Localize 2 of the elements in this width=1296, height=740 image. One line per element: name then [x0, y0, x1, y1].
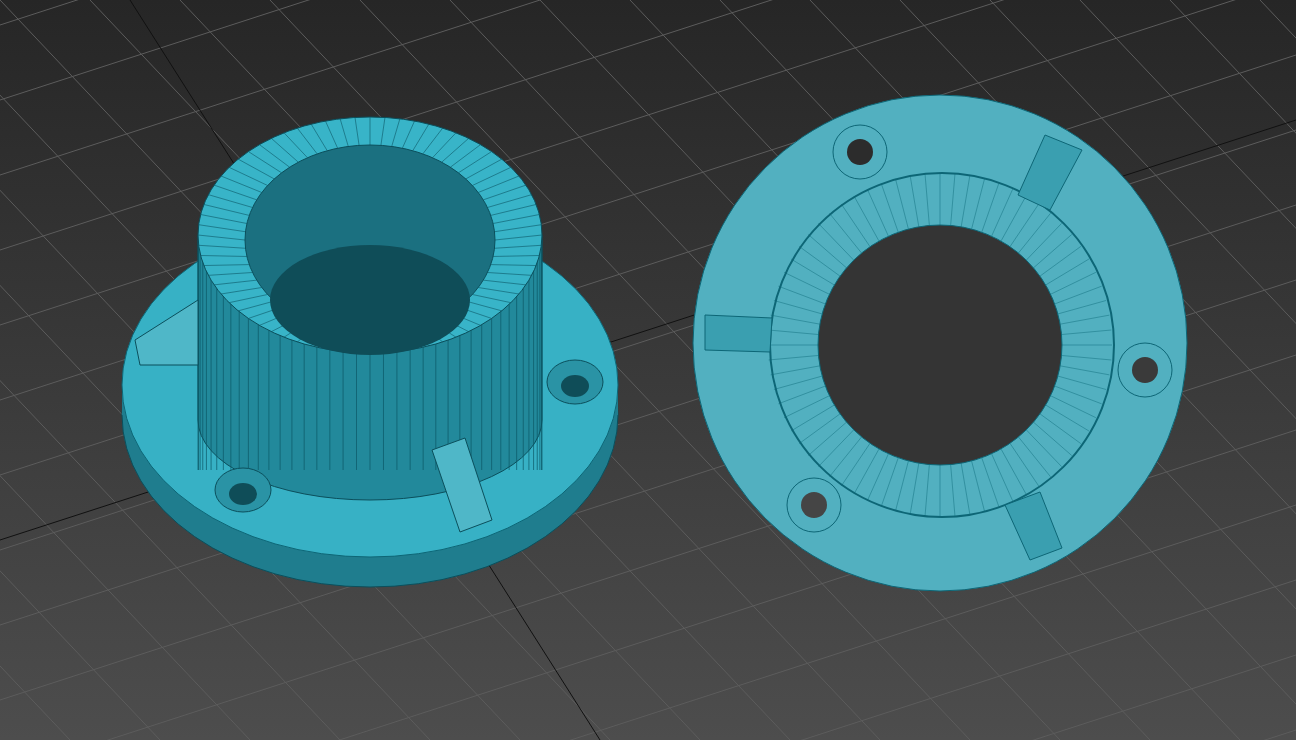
- flange-drawing[interactable]: [121, 116, 619, 588]
- flange-drawing[interactable]: [692, 94, 1188, 592]
